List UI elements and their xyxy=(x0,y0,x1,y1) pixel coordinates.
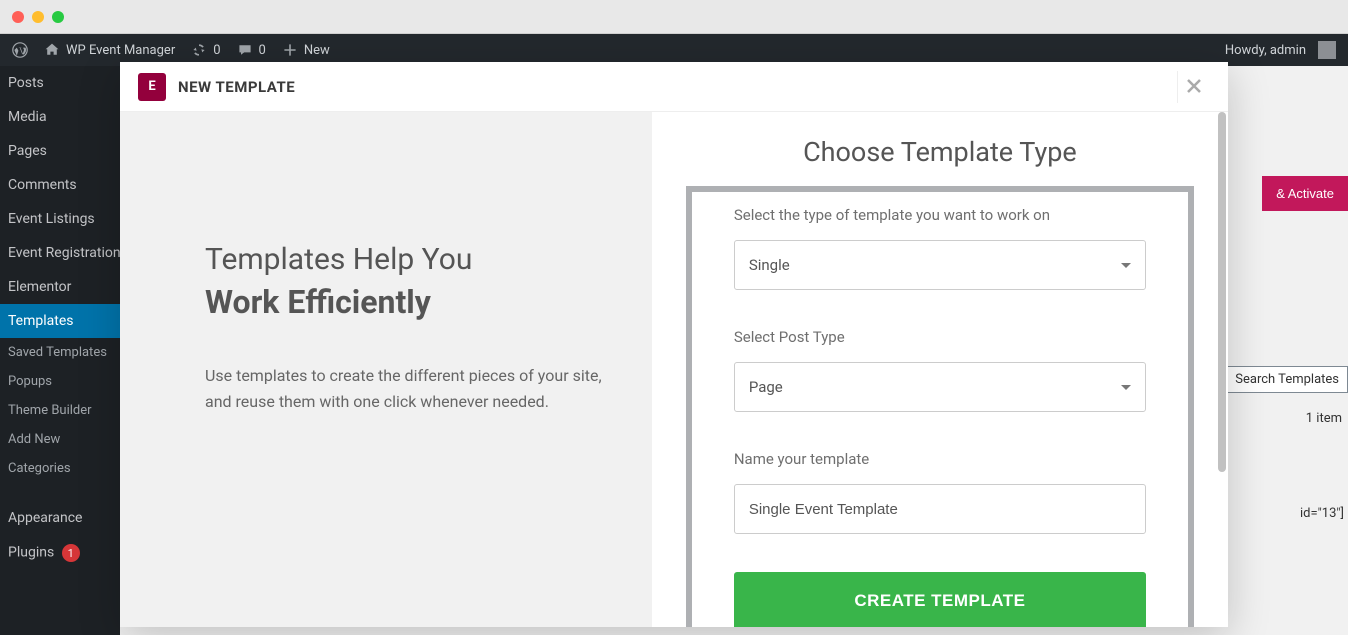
item-count: 1 item xyxy=(1306,411,1342,426)
post-type-value: Page xyxy=(749,378,783,396)
comment-icon xyxy=(237,42,253,58)
content-behind-modal: & Activate Search Templates 1 item id="1… xyxy=(1228,66,1348,635)
site-home-link[interactable]: WP Event Manager xyxy=(44,42,175,58)
wordpress-icon xyxy=(12,42,28,58)
refresh-icon xyxy=(191,42,207,58)
avatar xyxy=(1318,41,1336,59)
sidebar-item-plugins[interactable]: Plugins 1 xyxy=(0,535,120,571)
info-heading: Templates Help You Work Efficiently xyxy=(205,242,602,321)
home-icon xyxy=(44,42,60,58)
new-label: New xyxy=(304,43,330,58)
form-highlight-area: Select the type of template you want to … xyxy=(686,186,1194,627)
template-name-input[interactable] xyxy=(734,484,1146,534)
sidebar-item-templates[interactable]: Templates xyxy=(0,304,120,338)
updates-link[interactable]: 0 xyxy=(191,42,220,58)
info-paragraph: Use templates to create the different pi… xyxy=(205,363,602,416)
post-type-select[interactable]: Page xyxy=(734,362,1146,412)
elementor-logo-icon: E xyxy=(138,73,166,101)
template-type-value: Single xyxy=(749,256,790,274)
plugins-update-badge: 1 xyxy=(62,544,80,562)
comments-link[interactable]: 0 xyxy=(237,42,266,58)
sidebar-sub-add-new[interactable]: Add New xyxy=(0,425,120,454)
account-link[interactable]: Howdy, admin xyxy=(1225,41,1336,59)
wp-logo[interactable] xyxy=(12,42,28,58)
close-modal-button[interactable] xyxy=(1177,71,1210,103)
sidebar-sub-popups[interactable]: Popups xyxy=(0,367,120,396)
modal-scrollbar[interactable] xyxy=(1218,112,1226,627)
sidebar-sub-theme-builder[interactable]: Theme Builder xyxy=(0,396,120,425)
shortcode-text: id="13"] xyxy=(1300,506,1344,521)
scrollbar-thumb[interactable] xyxy=(1218,112,1226,472)
sidebar-sub-saved-templates[interactable]: Saved Templates xyxy=(0,338,120,367)
modal-title: NEW TEMPLATE xyxy=(178,78,295,96)
updates-count: 0 xyxy=(213,43,220,58)
plus-icon xyxy=(282,42,298,58)
sidebar-item-elementor[interactable]: Elementor xyxy=(0,270,120,304)
close-icon xyxy=(1186,78,1202,94)
sidebar-item-appearance[interactable]: Appearance xyxy=(0,501,120,535)
modal-header: E NEW TEMPLATE xyxy=(120,62,1228,112)
post-type-label: Select Post Type xyxy=(734,328,1146,346)
window-zoom-button[interactable] xyxy=(52,11,64,23)
window-chrome xyxy=(0,0,1348,34)
sidebar-item-comments[interactable]: Comments xyxy=(0,168,120,202)
sidebar-item-event-listings[interactable]: Event Listings xyxy=(0,202,120,236)
chevron-down-icon xyxy=(1121,385,1131,390)
template-type-label: Select the type of template you want to … xyxy=(734,206,1146,224)
sidebar-sub-categories[interactable]: Categories xyxy=(0,454,120,483)
window-minimize-button[interactable] xyxy=(32,11,44,23)
template-name-label: Name your template xyxy=(734,450,1146,468)
chevron-down-icon xyxy=(1121,263,1131,268)
sidebar-item-event-registrations[interactable]: Event Registrations xyxy=(0,236,120,270)
new-template-modal: E NEW TEMPLATE Templates Help You Work E… xyxy=(120,62,1228,627)
sidebar-item-media[interactable]: Media xyxy=(0,100,120,134)
create-template-button[interactable]: CREATE TEMPLATE xyxy=(734,572,1146,627)
activate-button[interactable]: & Activate xyxy=(1262,176,1348,211)
site-title: WP Event Manager xyxy=(66,43,175,58)
sidebar-item-pages[interactable]: Pages xyxy=(0,134,120,168)
form-heading: Choose Template Type xyxy=(686,136,1194,168)
template-type-select[interactable]: Single xyxy=(734,240,1146,290)
admin-sidebar: Posts Media Pages Comments Event Listing… xyxy=(0,66,120,635)
modal-form-panel: Choose Template Type Select the type of … xyxy=(652,112,1228,627)
howdy-text: Howdy, admin xyxy=(1225,43,1306,58)
modal-info-panel: Templates Help You Work Efficiently Use … xyxy=(120,112,652,627)
comments-count: 0 xyxy=(259,43,266,58)
sidebar-item-posts[interactable]: Posts xyxy=(0,66,120,100)
new-content-link[interactable]: New xyxy=(282,42,330,58)
search-templates-button[interactable]: Search Templates xyxy=(1228,366,1348,393)
window-close-button[interactable] xyxy=(12,11,24,23)
